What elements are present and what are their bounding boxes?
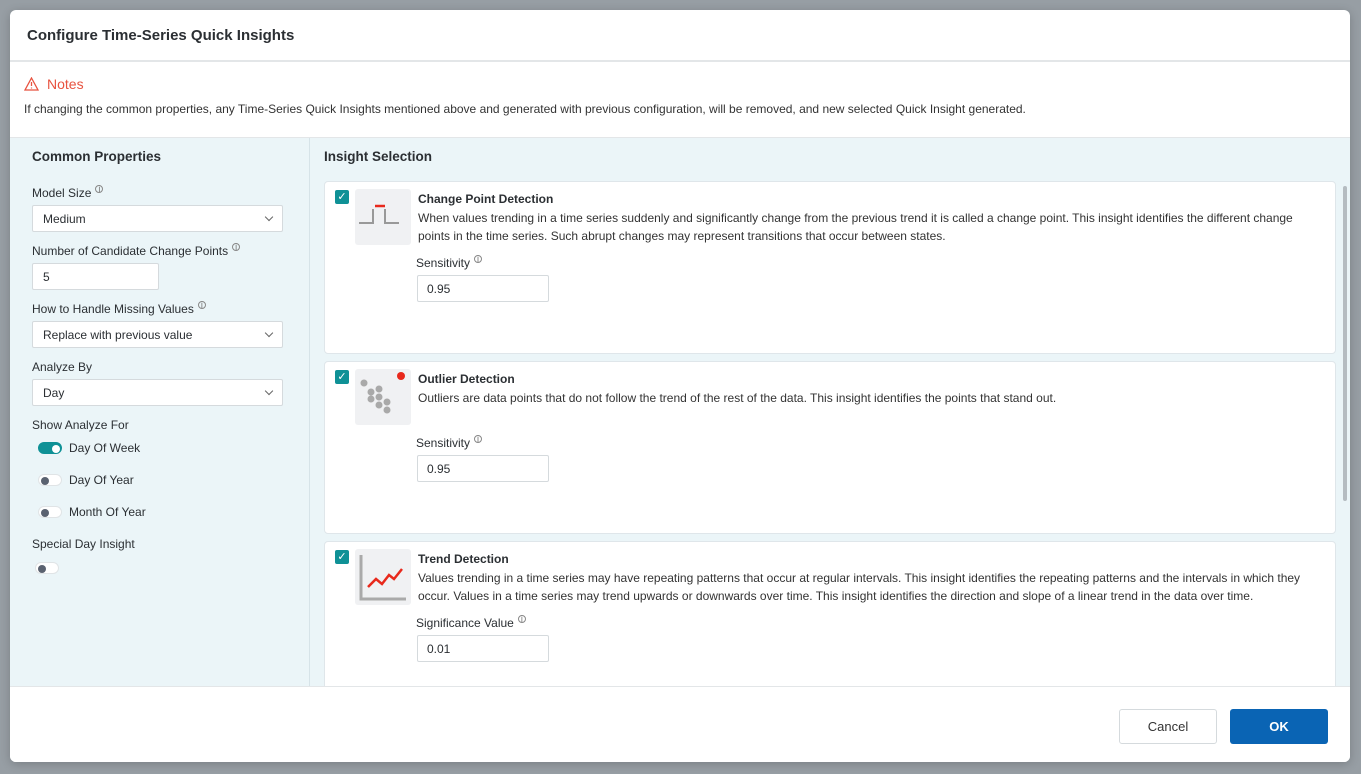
insight-card-outlier: ✓ Outlier Detection Outliers are data po… bbox=[324, 361, 1336, 534]
sensitivity-input[interactable]: 0.95 bbox=[417, 455, 549, 482]
info-icon[interactable]: i bbox=[474, 434, 483, 443]
significance-input[interactable]: 0.01 bbox=[417, 635, 549, 662]
show-analyze-for-label: Show Analyze For bbox=[32, 418, 129, 432]
card-description: When values trending in a time series su… bbox=[418, 211, 1293, 243]
insight-card-trend: ✓ Trend Detection Values trending in a t… bbox=[324, 541, 1336, 686]
day-of-year-toggle[interactable] bbox=[38, 474, 62, 486]
model-size-select[interactable]: Medium bbox=[32, 205, 283, 232]
special-day-label: Special Day Insight bbox=[32, 537, 135, 551]
trend-icon bbox=[355, 549, 411, 605]
candidates-label: Number of Candidate Change Points bbox=[32, 244, 229, 258]
change-point-checkbox[interactable]: ✓ bbox=[335, 190, 349, 204]
notes-text: If changing the common properties, any T… bbox=[24, 102, 1026, 116]
missing-values-select[interactable]: Replace with previous value bbox=[32, 321, 283, 348]
info-icon[interactable]: i bbox=[517, 614, 526, 623]
sensitivity-label: Sensitivity bbox=[416, 436, 471, 450]
common-properties-title: Common Properties bbox=[32, 149, 162, 164]
change-point-icon bbox=[355, 189, 411, 245]
missing-values-value: Replace with previous value bbox=[43, 327, 193, 342]
sensitivity-input[interactable]: 0.95 bbox=[417, 275, 549, 302]
info-icon[interactable]: i bbox=[232, 242, 241, 251]
outlier-icon bbox=[355, 369, 411, 425]
month-of-year-label: Month Of Year bbox=[69, 505, 146, 519]
trend-checkbox[interactable]: ✓ bbox=[335, 550, 349, 564]
notes-section: Notes If changing the common properties,… bbox=[10, 62, 1350, 138]
dialog-title: Configure Time-Series Quick Insights bbox=[10, 10, 1350, 62]
significance-label: Significance Value bbox=[416, 616, 514, 630]
insight-selection-panel: Insight Selection ✓ Change Point Detecti… bbox=[310, 138, 1350, 686]
special-day-toggle[interactable] bbox=[35, 562, 59, 574]
candidates-input[interactable]: 5 bbox=[32, 263, 159, 290]
card-title: Outlier Detection bbox=[418, 372, 515, 386]
notes-title: Notes bbox=[47, 76, 84, 92]
missing-values-label: How to Handle Missing Values bbox=[32, 302, 194, 316]
ok-button[interactable]: OK bbox=[1230, 709, 1328, 744]
card-description: Outliers are data points that do not fol… bbox=[418, 391, 1057, 405]
insight-card-change-point: ✓ Change Point Detection When values tre… bbox=[324, 181, 1336, 354]
warning-icon bbox=[24, 77, 39, 91]
info-icon[interactable]: i bbox=[474, 254, 483, 263]
chevron-down-icon bbox=[264, 328, 274, 338]
analyze-by-label: Analyze By bbox=[32, 360, 93, 374]
sensitivity-label: Sensitivity bbox=[416, 256, 471, 270]
chevron-down-icon bbox=[264, 212, 274, 222]
card-description: Values trending in a time series may hav… bbox=[418, 571, 1301, 603]
cancel-button[interactable]: Cancel bbox=[1119, 709, 1217, 744]
info-icon[interactable]: i bbox=[95, 184, 104, 193]
card-title: Change Point Detection bbox=[418, 192, 554, 206]
configure-dialog: Configure Time-Series Quick Insights Not… bbox=[10, 10, 1350, 762]
month-of-year-toggle[interactable] bbox=[38, 506, 62, 518]
day-of-week-toggle[interactable] bbox=[38, 442, 62, 454]
common-properties-panel: Common Properties Model Size i Medium Num… bbox=[10, 138, 310, 686]
model-size-label: Model Size bbox=[32, 186, 92, 200]
insight-selection-title: Insight Selection bbox=[324, 149, 433, 164]
dialog-footer: Cancel OK bbox=[10, 686, 1350, 762]
card-title: Trend Detection bbox=[418, 552, 509, 566]
scrollbar[interactable] bbox=[1343, 186, 1347, 501]
outlier-checkbox[interactable]: ✓ bbox=[335, 370, 349, 384]
chevron-down-icon bbox=[264, 386, 274, 396]
analyze-by-value: Day bbox=[43, 385, 65, 400]
info-icon[interactable]: i bbox=[197, 300, 206, 309]
day-of-year-label: Day Of Year bbox=[69, 473, 134, 487]
day-of-week-label: Day Of Week bbox=[69, 441, 141, 455]
model-size-value: Medium bbox=[43, 211, 86, 226]
analyze-by-select[interactable]: Day bbox=[32, 379, 283, 406]
